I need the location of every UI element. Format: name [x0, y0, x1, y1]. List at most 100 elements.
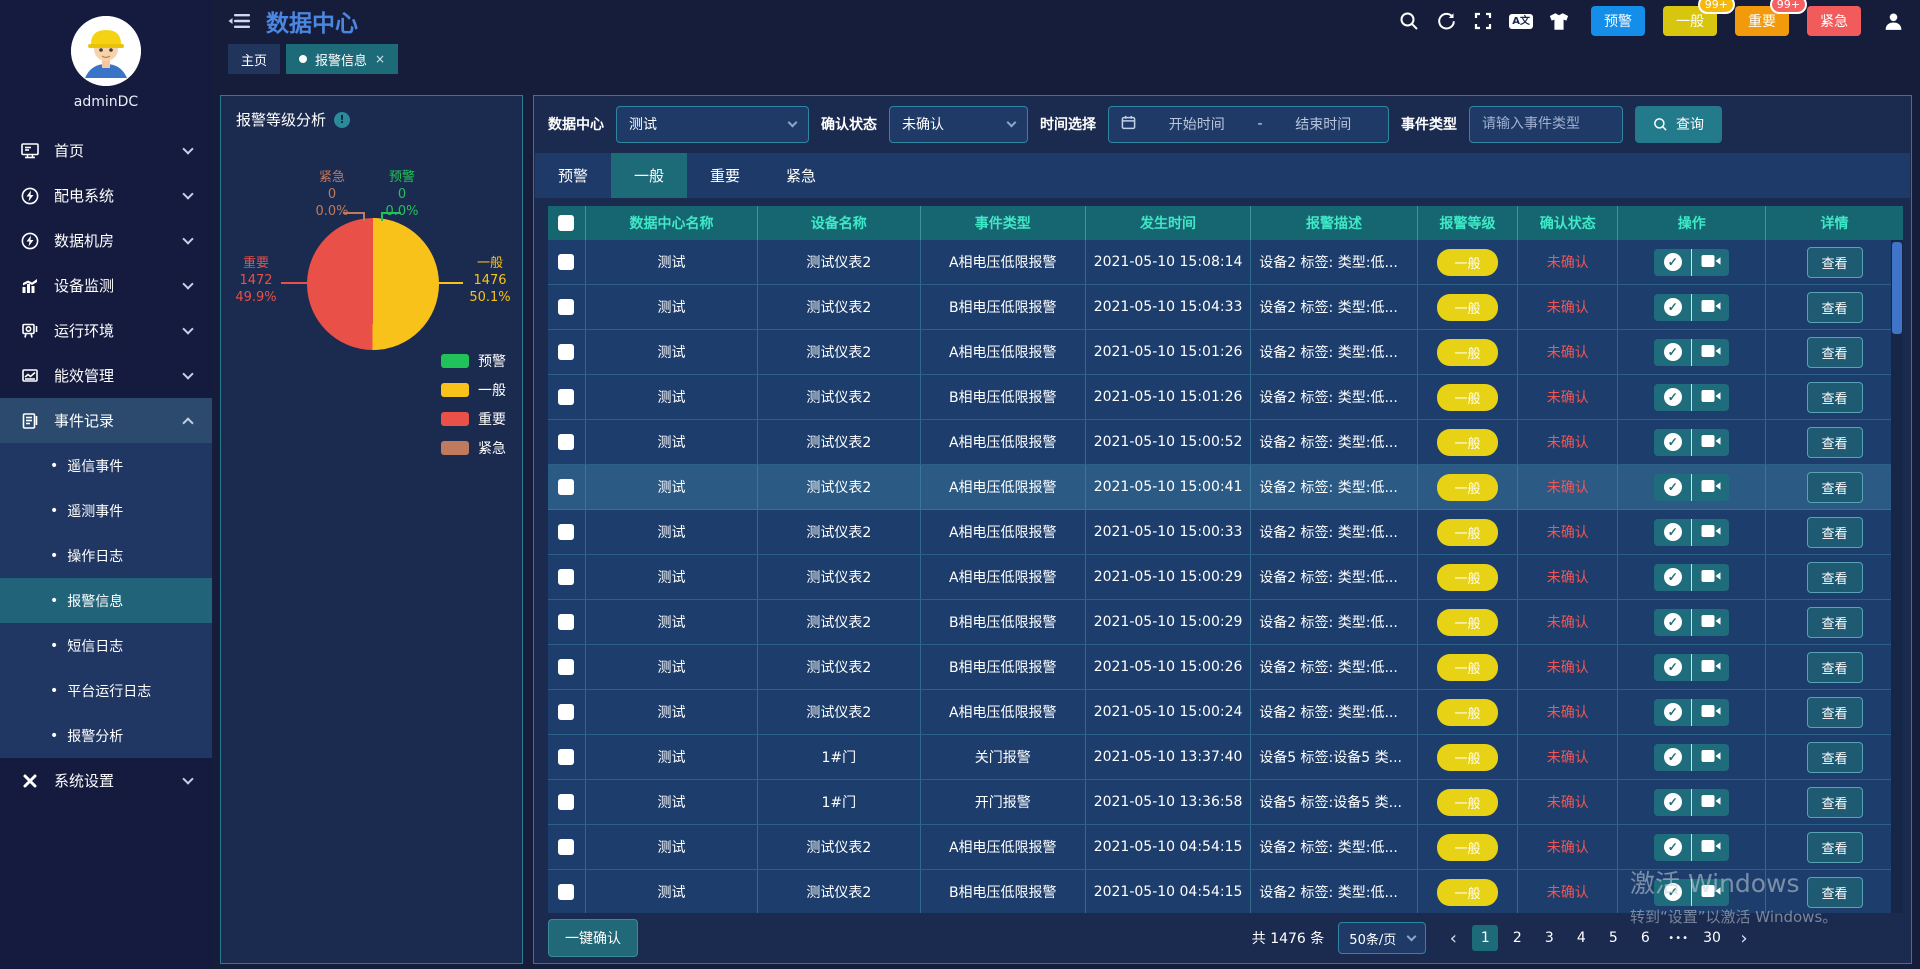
row-checkbox[interactable] — [558, 749, 574, 765]
confirm-alarm-button[interactable]: ✓ — [1654, 699, 1691, 726]
view-detail-button[interactable]: 查看 — [1807, 652, 1863, 683]
confirm-alarm-button[interactable]: ✓ — [1654, 429, 1691, 456]
view-detail-button[interactable]: 查看 — [1807, 697, 1863, 728]
select-all-checkbox[interactable] — [558, 215, 574, 231]
row-checkbox[interactable] — [558, 254, 574, 270]
confirm-alarm-button[interactable]: ✓ — [1654, 654, 1691, 681]
submenu-item-报警分析[interactable]: •报警分析 — [0, 713, 212, 758]
submenu-item-短信日志[interactable]: •短信日志 — [0, 623, 212, 668]
row-checkbox[interactable] — [558, 884, 574, 900]
legend-item-一般[interactable]: 一般 — [441, 380, 506, 400]
row-checkbox[interactable] — [558, 794, 574, 810]
video-button[interactable] — [1692, 384, 1729, 411]
confirm-alarm-button[interactable]: ✓ — [1654, 339, 1691, 366]
video-button[interactable] — [1692, 564, 1729, 591]
page-tab-home[interactable]: 主页 — [228, 44, 280, 74]
video-button[interactable] — [1692, 699, 1729, 726]
row-checkbox[interactable] — [558, 299, 574, 315]
alarm-badge-一般[interactable]: 一般99+ — [1663, 6, 1717, 36]
row-checkbox[interactable] — [558, 704, 574, 720]
sidebar-item-事件记录[interactable]: 事件记录 — [0, 398, 212, 443]
confirm-alarm-button[interactable]: ✓ — [1654, 474, 1691, 501]
page-button-1[interactable]: 1 — [1472, 925, 1498, 951]
submenu-item-操作日志[interactable]: •操作日志 — [0, 533, 212, 578]
next-page-button[interactable]: › — [1731, 925, 1757, 951]
scrollbar-thumb[interactable] — [1892, 242, 1902, 334]
confirm-alarm-button[interactable]: ✓ — [1654, 294, 1691, 321]
view-detail-button[interactable]: 查看 — [1807, 337, 1863, 368]
confirm-alarm-button[interactable]: ✓ — [1654, 609, 1691, 636]
confirm-alarm-button[interactable]: ✓ — [1654, 789, 1691, 816]
video-button[interactable] — [1692, 474, 1729, 501]
row-checkbox[interactable] — [558, 344, 574, 360]
confirm-alarm-button[interactable]: ✓ — [1654, 564, 1691, 591]
confirm-status-select[interactable]: 未确认 — [889, 106, 1028, 143]
view-detail-button[interactable]: 查看 — [1807, 247, 1863, 278]
page-button-4[interactable]: 4 — [1568, 925, 1594, 951]
video-button[interactable] — [1692, 654, 1729, 681]
close-tab-icon[interactable]: × — [375, 52, 385, 66]
confirm-alarm-button[interactable]: ✓ — [1654, 384, 1691, 411]
legend-item-重要[interactable]: 重要 — [441, 409, 506, 429]
user-icon[interactable] — [1882, 10, 1904, 32]
row-checkbox[interactable] — [558, 839, 574, 855]
page-button-6[interactable]: 6 — [1632, 925, 1658, 951]
refresh-icon[interactable] — [1435, 10, 1457, 32]
language-icon[interactable]: A文 — [1509, 14, 1533, 29]
view-detail-button[interactable]: 查看 — [1807, 832, 1863, 863]
legend-item-紧急[interactable]: 紧急 — [441, 438, 506, 458]
page-size-select[interactable]: 50条/页 — [1338, 922, 1426, 954]
video-button[interactable] — [1692, 789, 1729, 816]
row-checkbox[interactable] — [558, 569, 574, 585]
row-checkbox[interactable] — [558, 614, 574, 630]
page-button-3[interactable]: 3 — [1536, 925, 1562, 951]
level-tab-紧急[interactable]: 紧急 — [763, 153, 839, 198]
alarm-badge-预警[interactable]: 预警 — [1591, 6, 1645, 36]
view-detail-button[interactable]: 查看 — [1807, 517, 1863, 548]
video-button[interactable] — [1692, 834, 1729, 861]
row-checkbox[interactable] — [558, 524, 574, 540]
page-button-30[interactable]: 30 — [1699, 925, 1725, 951]
confirm-alarm-button[interactable]: ✓ — [1654, 879, 1691, 906]
video-button[interactable] — [1692, 519, 1729, 546]
submenu-item-报警信息[interactable]: •报警信息 — [0, 578, 212, 623]
row-checkbox[interactable] — [558, 434, 574, 450]
submenu-item-遥测事件[interactable]: •遥测事件 — [0, 488, 212, 533]
collapse-menu-icon[interactable] — [228, 11, 252, 31]
sidebar-item-系统设置[interactable]: 系统设置 — [0, 758, 212, 803]
row-checkbox[interactable] — [558, 389, 574, 405]
video-button[interactable] — [1692, 429, 1729, 456]
confirm-alarm-button[interactable]: ✓ — [1654, 249, 1691, 276]
view-detail-button[interactable]: 查看 — [1807, 607, 1863, 638]
fullscreen-icon[interactable] — [1472, 10, 1494, 32]
page-tab-alarm-info[interactable]: 报警信息 × — [286, 44, 398, 74]
confirm-alarm-button[interactable]: ✓ — [1654, 744, 1691, 771]
view-detail-button[interactable]: 查看 — [1807, 787, 1863, 818]
page-button-5[interactable]: 5 — [1600, 925, 1626, 951]
sidebar-item-运行环境[interactable]: 运行环境 — [0, 308, 212, 353]
sidebar-item-能效管理[interactable]: 能效管理 — [0, 353, 212, 398]
view-detail-button[interactable]: 查看 — [1807, 427, 1863, 458]
search-icon[interactable] — [1398, 10, 1420, 32]
theme-shirt-icon[interactable] — [1548, 10, 1570, 32]
event-type-input[interactable] — [1482, 116, 1610, 132]
confirm-all-button[interactable]: 一键确认 — [548, 919, 638, 957]
datacenter-select[interactable]: 测试 — [616, 106, 809, 143]
legend-item-预警[interactable]: 预警 — [441, 351, 506, 371]
view-detail-button[interactable]: 查看 — [1807, 562, 1863, 593]
level-tab-预警[interactable]: 预警 — [535, 153, 611, 198]
video-button[interactable] — [1692, 249, 1729, 276]
time-range-picker[interactable]: 开始时间 - 结束时间 — [1108, 106, 1389, 143]
view-detail-button[interactable]: 查看 — [1807, 742, 1863, 773]
submenu-item-遥信事件[interactable]: •遥信事件 — [0, 443, 212, 488]
video-button[interactable] — [1692, 609, 1729, 636]
sidebar-item-数据机房[interactable]: 数据机房 — [0, 218, 212, 263]
view-detail-button[interactable]: 查看 — [1807, 472, 1863, 503]
confirm-alarm-button[interactable]: ✓ — [1654, 834, 1691, 861]
sidebar-item-配电系统[interactable]: 配电系统 — [0, 173, 212, 218]
view-detail-button[interactable]: 查看 — [1807, 877, 1863, 908]
row-checkbox[interactable] — [558, 659, 574, 675]
query-button[interactable]: 查询 — [1635, 106, 1722, 143]
prev-page-button[interactable]: ‹ — [1440, 925, 1466, 951]
video-button[interactable] — [1692, 294, 1729, 321]
